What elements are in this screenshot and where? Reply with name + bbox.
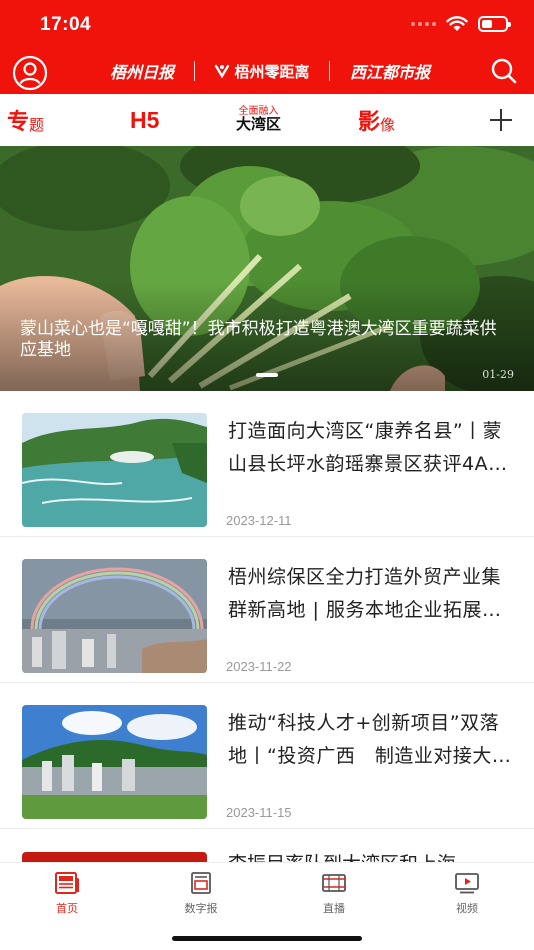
brand-logos: 梧州日报 梧州零距离 西江都市报 bbox=[110, 58, 430, 84]
hero-date: 01-29 bbox=[482, 368, 514, 381]
wifi-icon bbox=[446, 16, 468, 31]
plus-icon bbox=[490, 109, 512, 131]
news-thumbnail bbox=[22, 705, 207, 819]
app-header: 17:04 梧州日报 梧州零距离 西江都市报 bbox=[0, 0, 534, 94]
news-item[interactable]: 梧州综保区全力打造外贸产业集群新高地 | 服务本地企业拓展大湾区市场 2023-… bbox=[0, 537, 534, 683]
status-time: 17:04 bbox=[40, 14, 92, 35]
user-circle-icon[interactable] bbox=[12, 55, 48, 91]
news-thumbnail bbox=[22, 413, 207, 527]
brand-xijiang-metro: 西江都市报 bbox=[349, 63, 430, 82]
news-item[interactable]: 推动“科技人才+创新项目”双落地丨“投资广西 制造业对接大湾区 2023-11-… bbox=[0, 683, 534, 829]
news-title: 推动“科技人才+创新项目”双落地丨“投资广西 制造业对接大湾区 bbox=[228, 712, 512, 767]
add-channel-button[interactable] bbox=[488, 94, 516, 146]
tabbar-digital-paper[interactable]: 数字报 bbox=[156, 871, 246, 916]
tab-imagery-small: 像 bbox=[380, 115, 396, 134]
digital-paper-icon bbox=[191, 872, 211, 894]
hero-title: 蒙山菜心也是“嘎嘎甜”！我市积极打造粤港澳大湾区重要蔬菜供应基地 bbox=[20, 319, 497, 360]
video-play-icon bbox=[455, 873, 479, 894]
zero-distance-logo-icon bbox=[215, 64, 230, 79]
news-title: 打造面向大湾区“康养名县”丨蒙山县长坪水韵瑶寨景区获评4A级景区 bbox=[228, 420, 508, 475]
tab-special-small: 题 bbox=[29, 115, 45, 134]
tabbar-home-label: 首页 bbox=[56, 902, 78, 915]
tabbar-home[interactable]: 首页 bbox=[22, 871, 112, 916]
brand-zero-distance-text: 梧州零距离 bbox=[234, 62, 310, 81]
hero-banner[interactable]: 蒙山菜心也是“嘎嘎甜”！我市积极打造粤港澳大湾区重要蔬菜供应基地 01-29 bbox=[0, 146, 534, 391]
tab-imagery-big: 影 bbox=[358, 110, 381, 135]
newspaper-icon bbox=[55, 872, 79, 894]
brand-zero-distance: 梧州零距离 bbox=[214, 61, 310, 82]
tab-special-big: 专 bbox=[7, 110, 30, 135]
tab-greater-bay-area[interactable]: 全面融入 大湾区 bbox=[236, 94, 281, 146]
cellular-signal-icon bbox=[411, 22, 436, 26]
tab-bay-title: 大湾区 bbox=[236, 115, 282, 134]
battery-icon bbox=[478, 16, 511, 32]
brand-divider bbox=[329, 61, 331, 81]
news-item[interactable]: 打造面向大湾区“康养名县”丨蒙山县长坪水韵瑶寨景区获评4A级景区 2023-12… bbox=[0, 391, 534, 537]
tabbar-video[interactable]: 视频 bbox=[422, 871, 512, 916]
tabbar-video-label: 视频 bbox=[456, 902, 478, 915]
tab-h5[interactable]: H5 bbox=[130, 94, 159, 146]
brand-wuzhou-daily: 梧州日报 bbox=[110, 63, 175, 82]
carousel-indicator bbox=[256, 373, 278, 377]
status-icons bbox=[411, 16, 511, 32]
search-icon[interactable] bbox=[490, 57, 518, 85]
tabbar-live-label: 直播 bbox=[323, 902, 345, 915]
brand-divider bbox=[193, 61, 195, 81]
news-thumbnail bbox=[22, 559, 207, 673]
tab-special-topics[interactable]: 专 题 bbox=[7, 94, 44, 146]
news-title: 梧州综保区全力打造外贸产业集群新高地 | 服务本地企业拓展大湾区市场 bbox=[228, 566, 502, 621]
live-icon bbox=[322, 874, 346, 892]
news-date: 2023-11-15 bbox=[226, 805, 292, 820]
tabbar-live[interactable]: 直播 bbox=[289, 871, 379, 916]
tab-imagery[interactable]: 影 像 bbox=[358, 94, 395, 146]
home-indicator bbox=[172, 936, 362, 941]
news-date: 2023-11-22 bbox=[226, 659, 292, 674]
news-date: 2023-12-11 bbox=[226, 513, 292, 528]
tabbar-digital-paper-label: 数字报 bbox=[184, 902, 218, 915]
news-thumbnail-partial bbox=[22, 852, 207, 862]
category-tabs: 专 题 H5 全面融入 大湾区 影 像 bbox=[0, 94, 534, 146]
news-title-partial: 李振目率队到大湾区和上海 bbox=[228, 848, 512, 862]
